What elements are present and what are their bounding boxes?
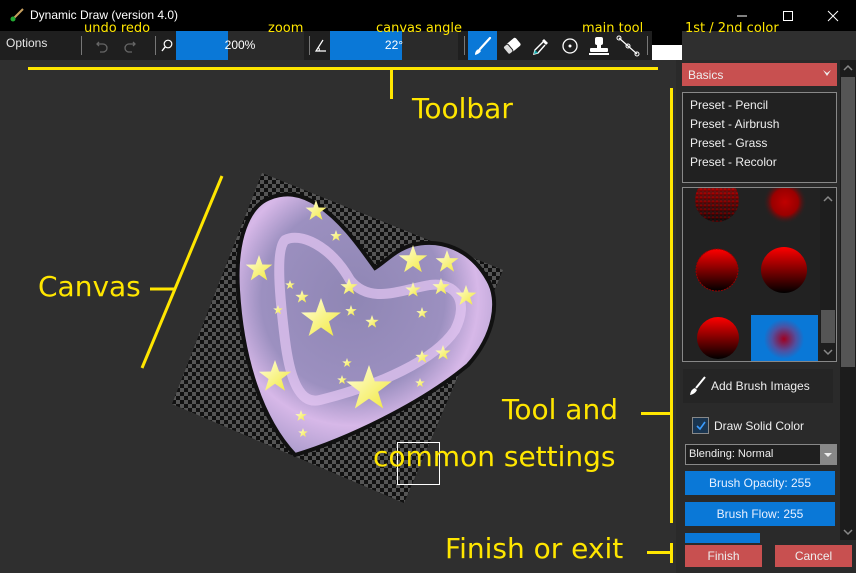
app-window: Dynamic Draw (version 4.0) Options 200% — [0, 0, 856, 573]
chevron-up-icon — [843, 64, 853, 71]
blending-mode-value: Blending: Normal — [689, 448, 774, 460]
annotation-settings-connector — [641, 412, 671, 415]
chevron-down-icon — [824, 452, 832, 457]
chevron-down-icon — [823, 349, 833, 356]
annotation-main-tool: main tool — [582, 21, 644, 36]
next-setting-slider[interactable] — [685, 533, 760, 543]
add-brush-images-button[interactable]: Add Brush Images — [683, 369, 833, 403]
preset-category-value: Basics — [688, 68, 724, 82]
settings-panel-scrollbar[interactable] — [840, 60, 856, 540]
settings-scroll-thumb[interactable] — [841, 77, 855, 367]
close-icon — [827, 10, 839, 21]
annotation-colors: 1st / 2nd color — [685, 21, 779, 36]
preset-item-pencil[interactable]: Preset - Pencil — [690, 96, 836, 115]
draw-solid-color-label: Draw Solid Color — [714, 419, 805, 433]
annotation-finish-connector — [647, 551, 671, 554]
preset-item-grass[interactable]: Preset - Grass — [690, 134, 836, 153]
close-button[interactable] — [810, 0, 856, 31]
minimize-icon — [737, 15, 747, 16]
settings-panel: Basics Preset - Pencil Preset - Airbrush… — [676, 60, 856, 573]
brush-list-scrollbar[interactable] — [820, 188, 836, 361]
preset-item-airbrush[interactable]: Preset - Airbrush — [690, 115, 836, 134]
brush-item-soft-round[interactable] — [763, 188, 807, 224]
annotation-toolbar-connector — [390, 69, 393, 99]
brush-thumbnails — [695, 188, 818, 362]
brush-icon — [690, 376, 706, 395]
draw-solid-color-checkbox[interactable] — [692, 417, 709, 434]
annotation-canvas-angle: canvas angle — [376, 21, 462, 36]
checkmark-icon — [695, 421, 706, 430]
brush-opacity-slider[interactable]: Brush Opacity: 255 — [685, 471, 835, 495]
blending-mode-dropdown[interactable]: Blending: Normal — [685, 444, 837, 465]
annotation-canvas-lines — [140, 175, 224, 369]
maximize-icon — [783, 10, 793, 21]
chevron-down-icon — [823, 70, 831, 76]
annotation-tool-settings-line2: common settings — [373, 440, 616, 473]
annotation-settings-bracket — [670, 88, 673, 523]
annotation-zoom: zoom — [268, 21, 304, 36]
brush-item-soft-blur-selected[interactable] — [751, 315, 818, 362]
annotation-toolbar: Toolbar — [412, 92, 513, 125]
chevron-up-icon — [823, 195, 833, 202]
brush-flow-slider[interactable]: Brush Flow: 255 — [685, 502, 835, 526]
brush-item-hard-round[interactable] — [761, 247, 807, 293]
preset-list: Preset - Pencil Preset - Airbrush Preset… — [682, 92, 837, 183]
brush-item-hard-round-small[interactable] — [697, 317, 739, 359]
brush-list-scroll-thumb[interactable] — [821, 310, 835, 343]
add-brush-images-label: Add Brush Images — [711, 379, 810, 393]
brush-item-dotted-round[interactable] — [695, 188, 739, 222]
preset-category-dropdown[interactable]: Basics — [682, 63, 837, 86]
chevron-down-icon — [843, 529, 853, 536]
brush-image-list — [682, 187, 837, 362]
annotation-finish-exit: Finish or exit — [445, 532, 624, 565]
cancel-button[interactable]: Cancel — [775, 545, 852, 567]
annotation-tool-settings-line1: Tool and — [502, 393, 618, 426]
blending-dropdown-arrow[interactable] — [820, 445, 836, 464]
preset-item-recolor[interactable]: Preset - Recolor — [690, 153, 836, 172]
brush-item-rough-round[interactable] — [695, 248, 739, 292]
finish-button[interactable]: Finish — [685, 545, 762, 567]
